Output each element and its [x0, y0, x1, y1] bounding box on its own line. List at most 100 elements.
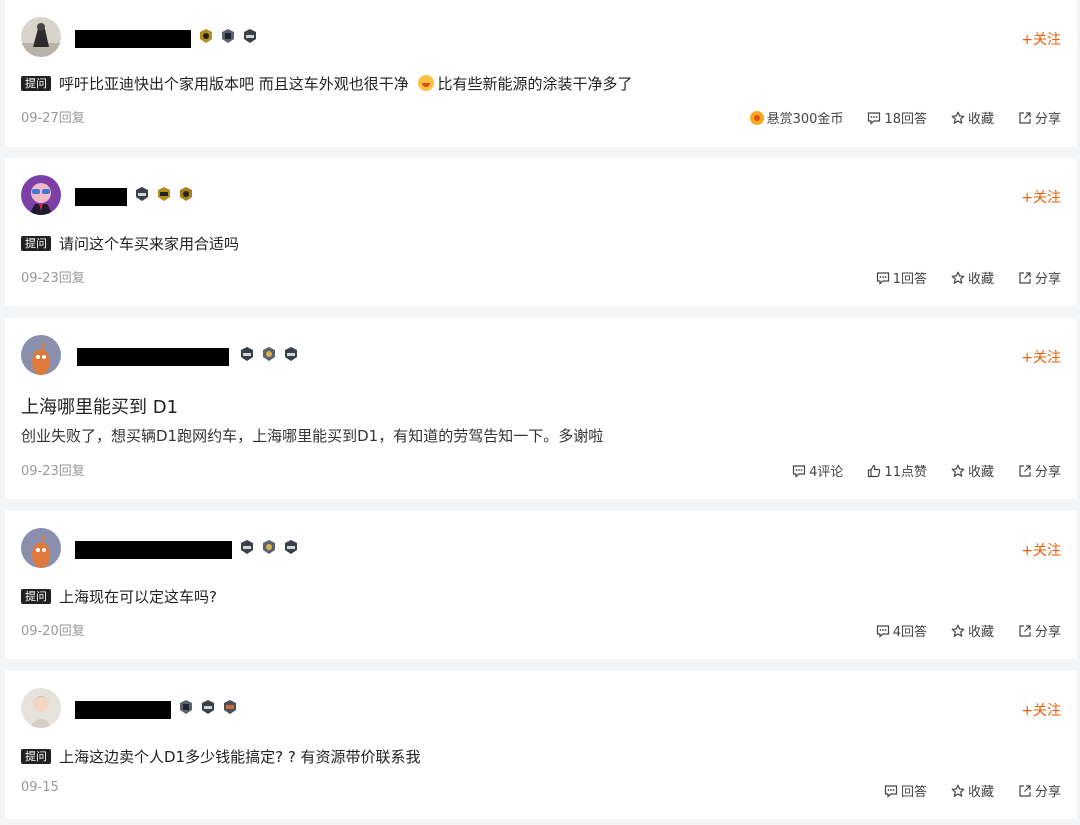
favorite-label: 收藏 [967, 785, 994, 800]
user-badges [239, 539, 299, 555]
post-date: 09-20回复 [21, 624, 85, 639]
share-button[interactable]: 分享 [1018, 108, 1061, 127]
follow-button[interactable]: +关注 [1021, 700, 1061, 720]
favorite-label: 收藏 [967, 272, 994, 287]
question-text-part: 请问这个车买来家用合适吗 [59, 235, 240, 253]
question-card: +关注 提问 上海现在可以定这车吗? 09-20回复 4回答 收藏 分享 [5, 511, 1077, 659]
bounty-button[interactable]: 悬赏300金币 [749, 108, 843, 127]
share-button[interactable]: 分享 [1018, 268, 1061, 287]
favorite-button[interactable]: 收藏 [951, 781, 994, 800]
like-button[interactable]: 11点赞 [867, 461, 927, 480]
share-icon [1019, 784, 1031, 797]
redacted-username[interactable] [75, 701, 171, 719]
answers-button[interactable]: 4回答 [876, 621, 927, 640]
share-icon [1019, 624, 1031, 637]
coin-icon [749, 110, 764, 125]
avatar[interactable] [21, 335, 61, 375]
share-button[interactable]: 分享 [1018, 461, 1061, 480]
share-button[interactable]: 分享 [1018, 621, 1061, 640]
redacted-username[interactable] [75, 30, 191, 48]
post-date: 09-27回复 [21, 111, 85, 126]
answers-button[interactable]: 1回答 [876, 268, 927, 287]
chat-bubble-icon [884, 784, 898, 798]
follow-button[interactable]: +关注 [1021, 29, 1061, 49]
avatar[interactable] [21, 528, 61, 568]
favorite-button[interactable]: 收藏 [951, 621, 994, 640]
question-feed: +关注 提问 呼吁比亚迪快出个家用版本吧 而且这车外观也很干净 比有些新能源的涂装… [0, 0, 1080, 825]
question-description[interactable]: 创业失败了，想买辆D1跑网约车，上海哪里能买到D1，有知道的劳驾告知一下。多谢啦 [21, 425, 603, 446]
level-badge-icon [180, 187, 192, 201]
action-bar: 4评论 11点赞 收藏 分享 [792, 461, 1061, 480]
star-icon [951, 784, 965, 797]
question-tag: 提问 [21, 76, 51, 91]
avatar[interactable] [21, 17, 61, 57]
car-badge-icon [285, 540, 297, 554]
share-icon [1019, 464, 1031, 477]
follow-button[interactable]: +关注 [1021, 540, 1061, 560]
answers-button[interactable]: 18回答 [867, 108, 927, 127]
car-badge-icon [241, 347, 253, 361]
question-text[interactable]: 提问 呼吁比亚迪快出个家用版本吧 而且这车外观也很干净 比有些新能源的涂装干净多了 [21, 73, 633, 94]
share-icon [1019, 271, 1031, 284]
question-text[interactable]: 提问 上海这边卖个人D1多少钱能搞定? ? 有资源带价联系我 [21, 746, 421, 767]
level-badge-icon [224, 700, 236, 714]
action-bar: 4回答 收藏 分享 [876, 621, 1061, 640]
chat-bubble-icon [876, 624, 889, 638]
action-bar: 1回答 收藏 分享 [876, 268, 1061, 287]
question-tag: 提问 [21, 589, 51, 604]
redacted-username[interactable] [75, 541, 232, 559]
share-label: 分享 [1034, 625, 1061, 640]
user-badges [239, 346, 299, 362]
star-icon [951, 464, 965, 477]
share-icon [1019, 111, 1031, 124]
favorite-button[interactable]: 收藏 [951, 268, 994, 287]
redacted-username[interactable] [77, 348, 229, 366]
follow-button[interactable]: +关注 [1021, 347, 1061, 367]
user-badges [134, 186, 194, 202]
question-tag: 提问 [21, 749, 51, 764]
share-label: 分享 [1034, 465, 1061, 480]
comments-button[interactable]: 4评论 [792, 461, 843, 480]
car-badge-icon [136, 187, 148, 201]
answers-label: 回答 [900, 785, 927, 800]
favorite-button[interactable]: 收藏 [951, 461, 994, 480]
chat-bubble-icon [876, 271, 889, 285]
chat-bubble-icon [868, 111, 881, 125]
level-badge-icon [263, 540, 275, 554]
question-card: +关注 上海哪里能买到 D1 创业失败了，想买辆D1跑网约车，上海哪里能买到D1… [5, 318, 1077, 499]
share-button[interactable]: 分享 [1018, 781, 1061, 800]
answers-label: 18回答 [884, 112, 927, 127]
favorite-label: 收藏 [967, 112, 994, 127]
share-label: 分享 [1034, 112, 1061, 127]
level-badge-icon [200, 29, 212, 43]
question-text[interactable]: 提问 上海现在可以定这车吗? [21, 586, 217, 607]
shield-badge-icon [180, 700, 192, 714]
likes-label: 11点赞 [884, 465, 927, 480]
avatar[interactable] [21, 175, 61, 215]
star-icon [951, 624, 965, 637]
level-badge-icon [263, 347, 275, 361]
grinning-face-emoji-icon [417, 75, 434, 91]
avatar[interactable] [21, 688, 61, 728]
answers-button[interactable]: 回答 [884, 781, 927, 800]
answers-label: 1回答 [892, 272, 927, 287]
question-title[interactable]: 上海哪里能买到 D1 [21, 393, 178, 419]
question-text-part: 上海现在可以定这车吗? [59, 588, 217, 606]
action-bar: 悬赏300金币 18回答 收藏 分享 [749, 108, 1061, 127]
favorite-label: 收藏 [967, 465, 994, 480]
favorite-button[interactable]: 收藏 [951, 108, 994, 127]
car-badge-icon [244, 29, 256, 43]
action-bar: 回答 收藏 分享 [884, 781, 1061, 800]
car-badge-icon [202, 700, 214, 714]
question-card: +关注 提问 请问这个车买来家用合适吗 09-23回复 1回答 收藏 分享 [5, 158, 1077, 306]
car-badge-icon [285, 347, 297, 361]
favorite-label: 收藏 [967, 625, 994, 640]
star-icon [951, 271, 965, 284]
comments-label: 4评论 [809, 465, 844, 480]
question-card: +关注 提问 呼吁比亚迪快出个家用版本吧 而且这车外观也很干净 比有些新能源的涂装… [5, 0, 1077, 147]
question-text[interactable]: 提问 请问这个车买来家用合适吗 [21, 233, 239, 254]
question-text-part: 呼吁比亚迪快出个家用版本吧 而且这车外观也很干净 [59, 75, 414, 93]
share-label: 分享 [1034, 785, 1061, 800]
redacted-username[interactable] [75, 188, 127, 206]
follow-button[interactable]: +关注 [1021, 187, 1061, 207]
